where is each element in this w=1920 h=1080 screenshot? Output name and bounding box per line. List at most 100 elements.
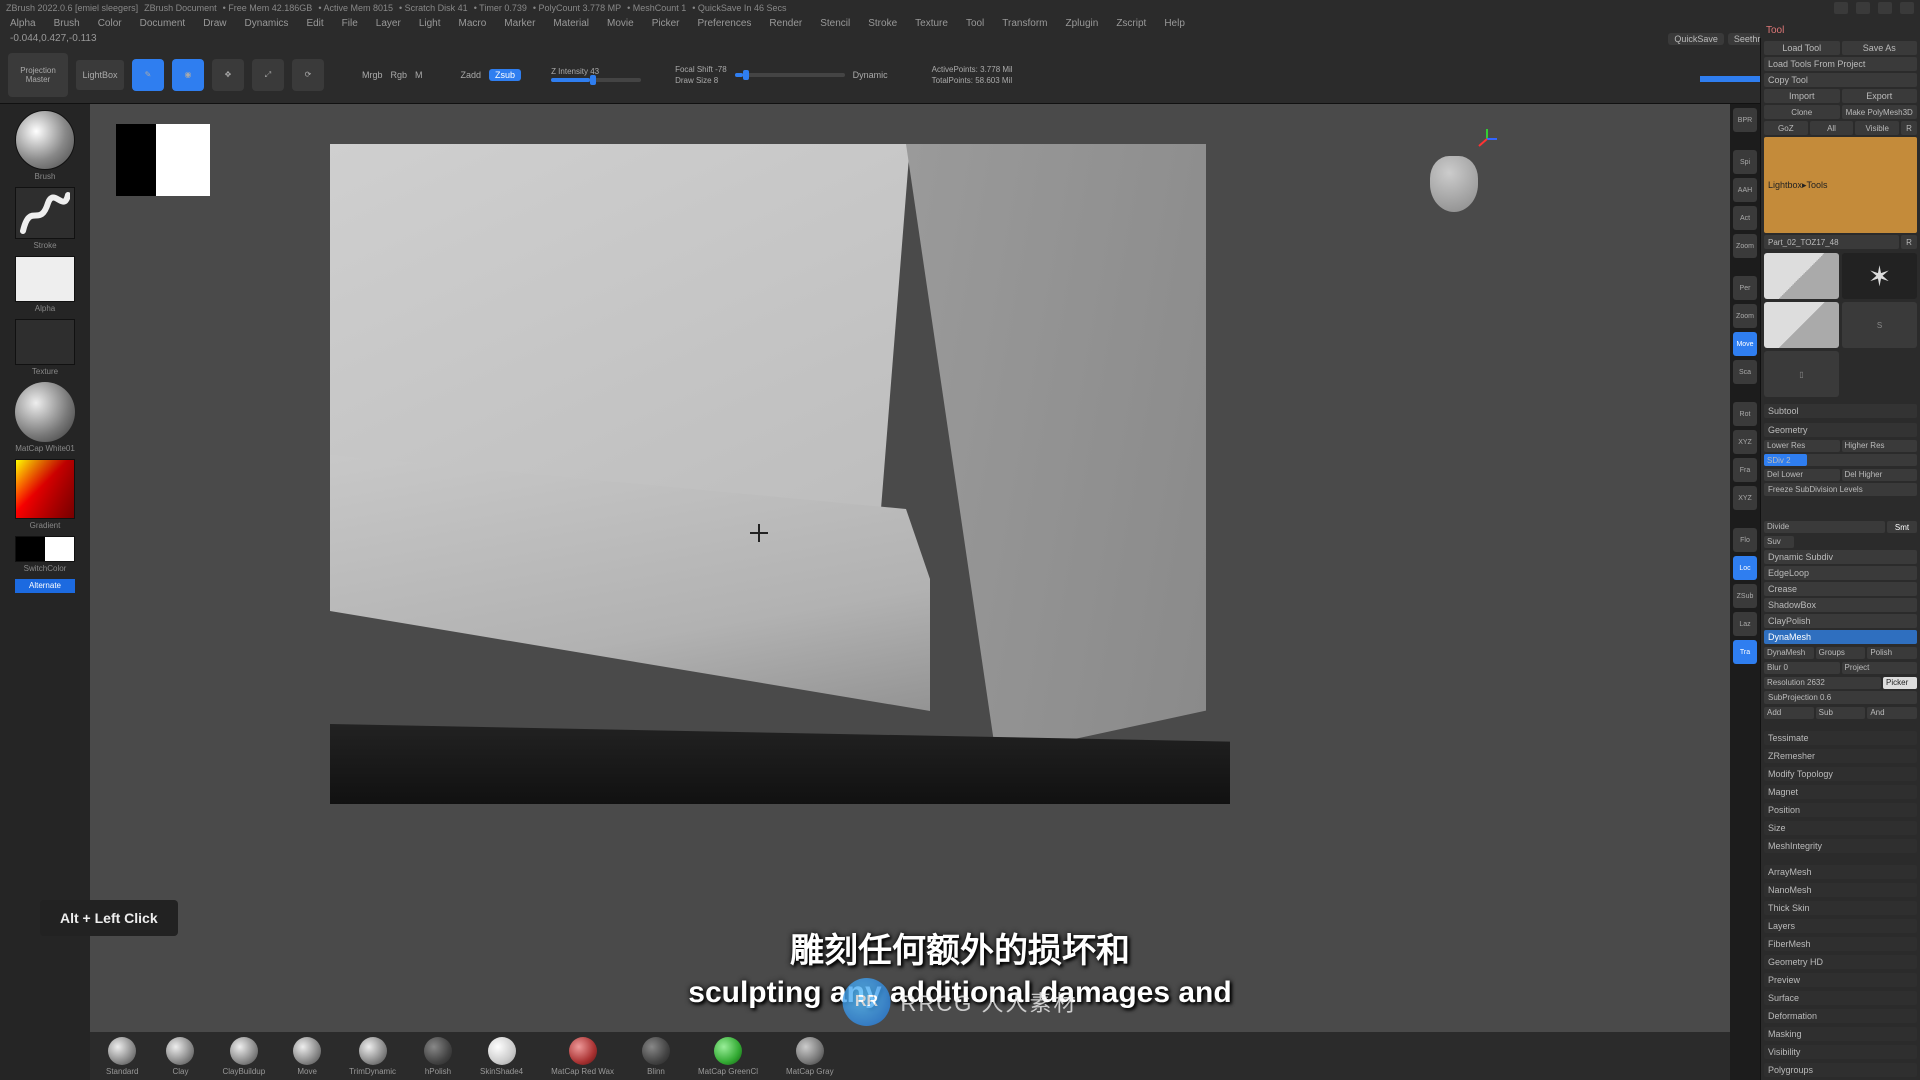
gradient-label[interactable]: Gradient — [30, 521, 61, 530]
nav-icon-local[interactable]: Loc — [1733, 556, 1757, 580]
drawsize-slider[interactable] — [735, 73, 845, 77]
material-matcap-greencl[interactable]: MatCap GreenCl — [698, 1037, 758, 1076]
add-button[interactable]: Add — [1764, 707, 1814, 719]
menu-file[interactable]: File — [342, 18, 358, 29]
picker-button[interactable]: Picker — [1883, 677, 1917, 689]
menu-render[interactable]: Render — [769, 18, 802, 29]
menu-draw[interactable]: Draw — [203, 18, 226, 29]
sdiv-slider[interactable]: SDiv 2 — [1764, 454, 1917, 466]
nav-icon-floor[interactable]: Flo — [1733, 528, 1757, 552]
goz-visible-button[interactable]: Visible — [1855, 121, 1899, 135]
deformation-section[interactable]: Deformation — [1764, 1009, 1917, 1023]
menu-transform[interactable]: Transform — [1002, 18, 1047, 29]
position-section[interactable]: Position — [1764, 803, 1917, 817]
tessimate-section[interactable]: Tessimate — [1764, 731, 1917, 745]
smt-toggle[interactable]: Smt — [1887, 521, 1917, 533]
mrgb-toggle[interactable]: Mrgb — [362, 70, 383, 80]
material-clay[interactable]: Clay — [166, 1037, 194, 1076]
nanomesh-section[interactable]: NanoMesh — [1764, 883, 1917, 897]
tool-thumb-2[interactable] — [1842, 253, 1917, 299]
size-section[interactable]: Size — [1764, 821, 1917, 835]
menu-macro[interactable]: Macro — [459, 18, 487, 29]
viewport[interactable] — [90, 104, 1730, 1032]
higher-res-button[interactable]: Higher Res — [1842, 440, 1918, 452]
menu-document[interactable]: Document — [140, 18, 186, 29]
menu-zplugin[interactable]: Zplugin — [1066, 18, 1099, 29]
del-lower-button[interactable]: Del Lower — [1764, 469, 1840, 481]
menu-zscript[interactable]: Zscript — [1116, 18, 1146, 29]
menu-stroke[interactable]: Stroke — [868, 18, 897, 29]
m-toggle[interactable]: M — [415, 70, 423, 80]
nav-icon-frame[interactable]: Fra — [1733, 458, 1757, 482]
rgb-toggle[interactable]: Rgb — [391, 70, 408, 80]
visibility-section[interactable]: Visibility — [1764, 1045, 1917, 1059]
alternate-button[interactable]: Alternate — [15, 579, 75, 593]
foreground-background-swatch[interactable] — [15, 536, 75, 562]
nav-icon-xyz[interactable]: XYZ — [1733, 430, 1757, 454]
surface-section[interactable]: Surface — [1764, 991, 1917, 1005]
dynamesh-button[interactable]: DynaMesh — [1764, 647, 1814, 659]
material-trimdynamic[interactable]: TrimDynamic — [349, 1037, 396, 1076]
save-as-button[interactable]: Save As — [1842, 41, 1918, 55]
lower-res-button[interactable]: Lower Res — [1764, 440, 1840, 452]
nav-icon-zoom[interactable]: Zoom — [1733, 234, 1757, 258]
menu-alpha[interactable]: Alpha — [10, 18, 36, 29]
resolution-slider[interactable]: Resolution 2632 — [1764, 677, 1881, 689]
brush-thumbnail[interactable] — [15, 110, 75, 170]
menu-stencil[interactable]: Stencil — [820, 18, 850, 29]
tool-thumb-1[interactable] — [1764, 253, 1839, 299]
alpha-thumbnail[interactable] — [15, 256, 75, 302]
material-matcap-gray[interactable]: MatCap Gray — [786, 1037, 834, 1076]
color-picker[interactable] — [15, 459, 75, 519]
menu-preferences[interactable]: Preferences — [697, 18, 751, 29]
make-polymesh-button[interactable]: Make PolyMesh3D — [1842, 105, 1918, 119]
clone-button[interactable]: Clone — [1764, 105, 1840, 119]
nav-icon-zoom[interactable]: Zoom — [1733, 304, 1757, 328]
polish-toggle[interactable]: Polish — [1867, 647, 1917, 659]
zadd-toggle[interactable]: Zadd — [461, 70, 482, 80]
texture-thumbnail[interactable] — [15, 319, 75, 365]
menu-layer[interactable]: Layer — [376, 18, 401, 29]
rotate-mode-icon[interactable]: ⟳ — [292, 59, 324, 91]
geometry-section[interactable]: Geometry — [1764, 423, 1917, 437]
dynamic-subdiv-button[interactable]: Dynamic Subdiv — [1764, 550, 1917, 564]
menu-color[interactable]: Color — [98, 18, 122, 29]
import-button[interactable]: Import — [1764, 89, 1840, 103]
load-from-project-button[interactable]: Load Tools From Project — [1764, 57, 1917, 71]
polygroups-section[interactable]: Polygroups — [1764, 1063, 1917, 1077]
tool-thumb-4[interactable]: S — [1842, 302, 1917, 348]
draw-mode-icon[interactable]: ◉ — [172, 59, 204, 91]
preview-section[interactable]: Preview — [1764, 973, 1917, 987]
arraymesh-section[interactable]: ArrayMesh — [1764, 865, 1917, 879]
dynamesh-section[interactable]: DynaMesh — [1764, 630, 1917, 644]
sub-button[interactable]: Sub — [1816, 707, 1866, 719]
nav-icon-aahalf[interactable]: AAH — [1733, 178, 1757, 202]
nav-icon-zsub[interactable]: ZSub — [1733, 584, 1757, 608]
active-tool-name[interactable]: Part_02_TOZ17_48 — [1764, 235, 1899, 249]
tool-r-button[interactable]: R — [1901, 235, 1917, 249]
material-thumbnail[interactable] — [15, 382, 75, 442]
material-matcap-red-wax[interactable]: MatCap Red Wax — [551, 1037, 614, 1076]
material-hpolish[interactable]: hPolish — [424, 1037, 452, 1076]
nav-icon-xyz[interactable]: XYZ — [1733, 486, 1757, 510]
fibermesh-section[interactable]: FiberMesh — [1764, 937, 1917, 951]
subtool-section[interactable]: Subtool — [1764, 404, 1917, 418]
project-toggle[interactable]: Project — [1842, 662, 1918, 674]
zintensity-slider[interactable] — [551, 78, 641, 82]
menu-material[interactable]: Material — [553, 18, 589, 29]
nav-icon-persp[interactable]: Per — [1733, 276, 1757, 300]
load-tool-button[interactable]: Load Tool — [1764, 41, 1840, 55]
menu-brush[interactable]: Brush — [54, 18, 80, 29]
nav-icon-trans[interactable]: Tra — [1733, 640, 1757, 664]
menu-marker[interactable]: Marker — [504, 18, 535, 29]
menu-dynamics[interactable]: Dynamics — [245, 18, 289, 29]
magnet-section[interactable]: Magnet — [1764, 785, 1917, 799]
material-claybuildup[interactable]: ClayBuildup — [222, 1037, 265, 1076]
nav-icon-lazym[interactable]: Laz — [1733, 612, 1757, 636]
zsub-toggle[interactable]: Zsub — [489, 69, 521, 81]
projection-master-button[interactable]: Projection Master — [8, 53, 68, 97]
menu-edit[interactable]: Edit — [306, 18, 323, 29]
groups-toggle[interactable]: Groups — [1816, 647, 1866, 659]
claypolish-button[interactable]: ClayPolish — [1764, 614, 1917, 628]
material-standard[interactable]: Standard — [106, 1037, 138, 1076]
